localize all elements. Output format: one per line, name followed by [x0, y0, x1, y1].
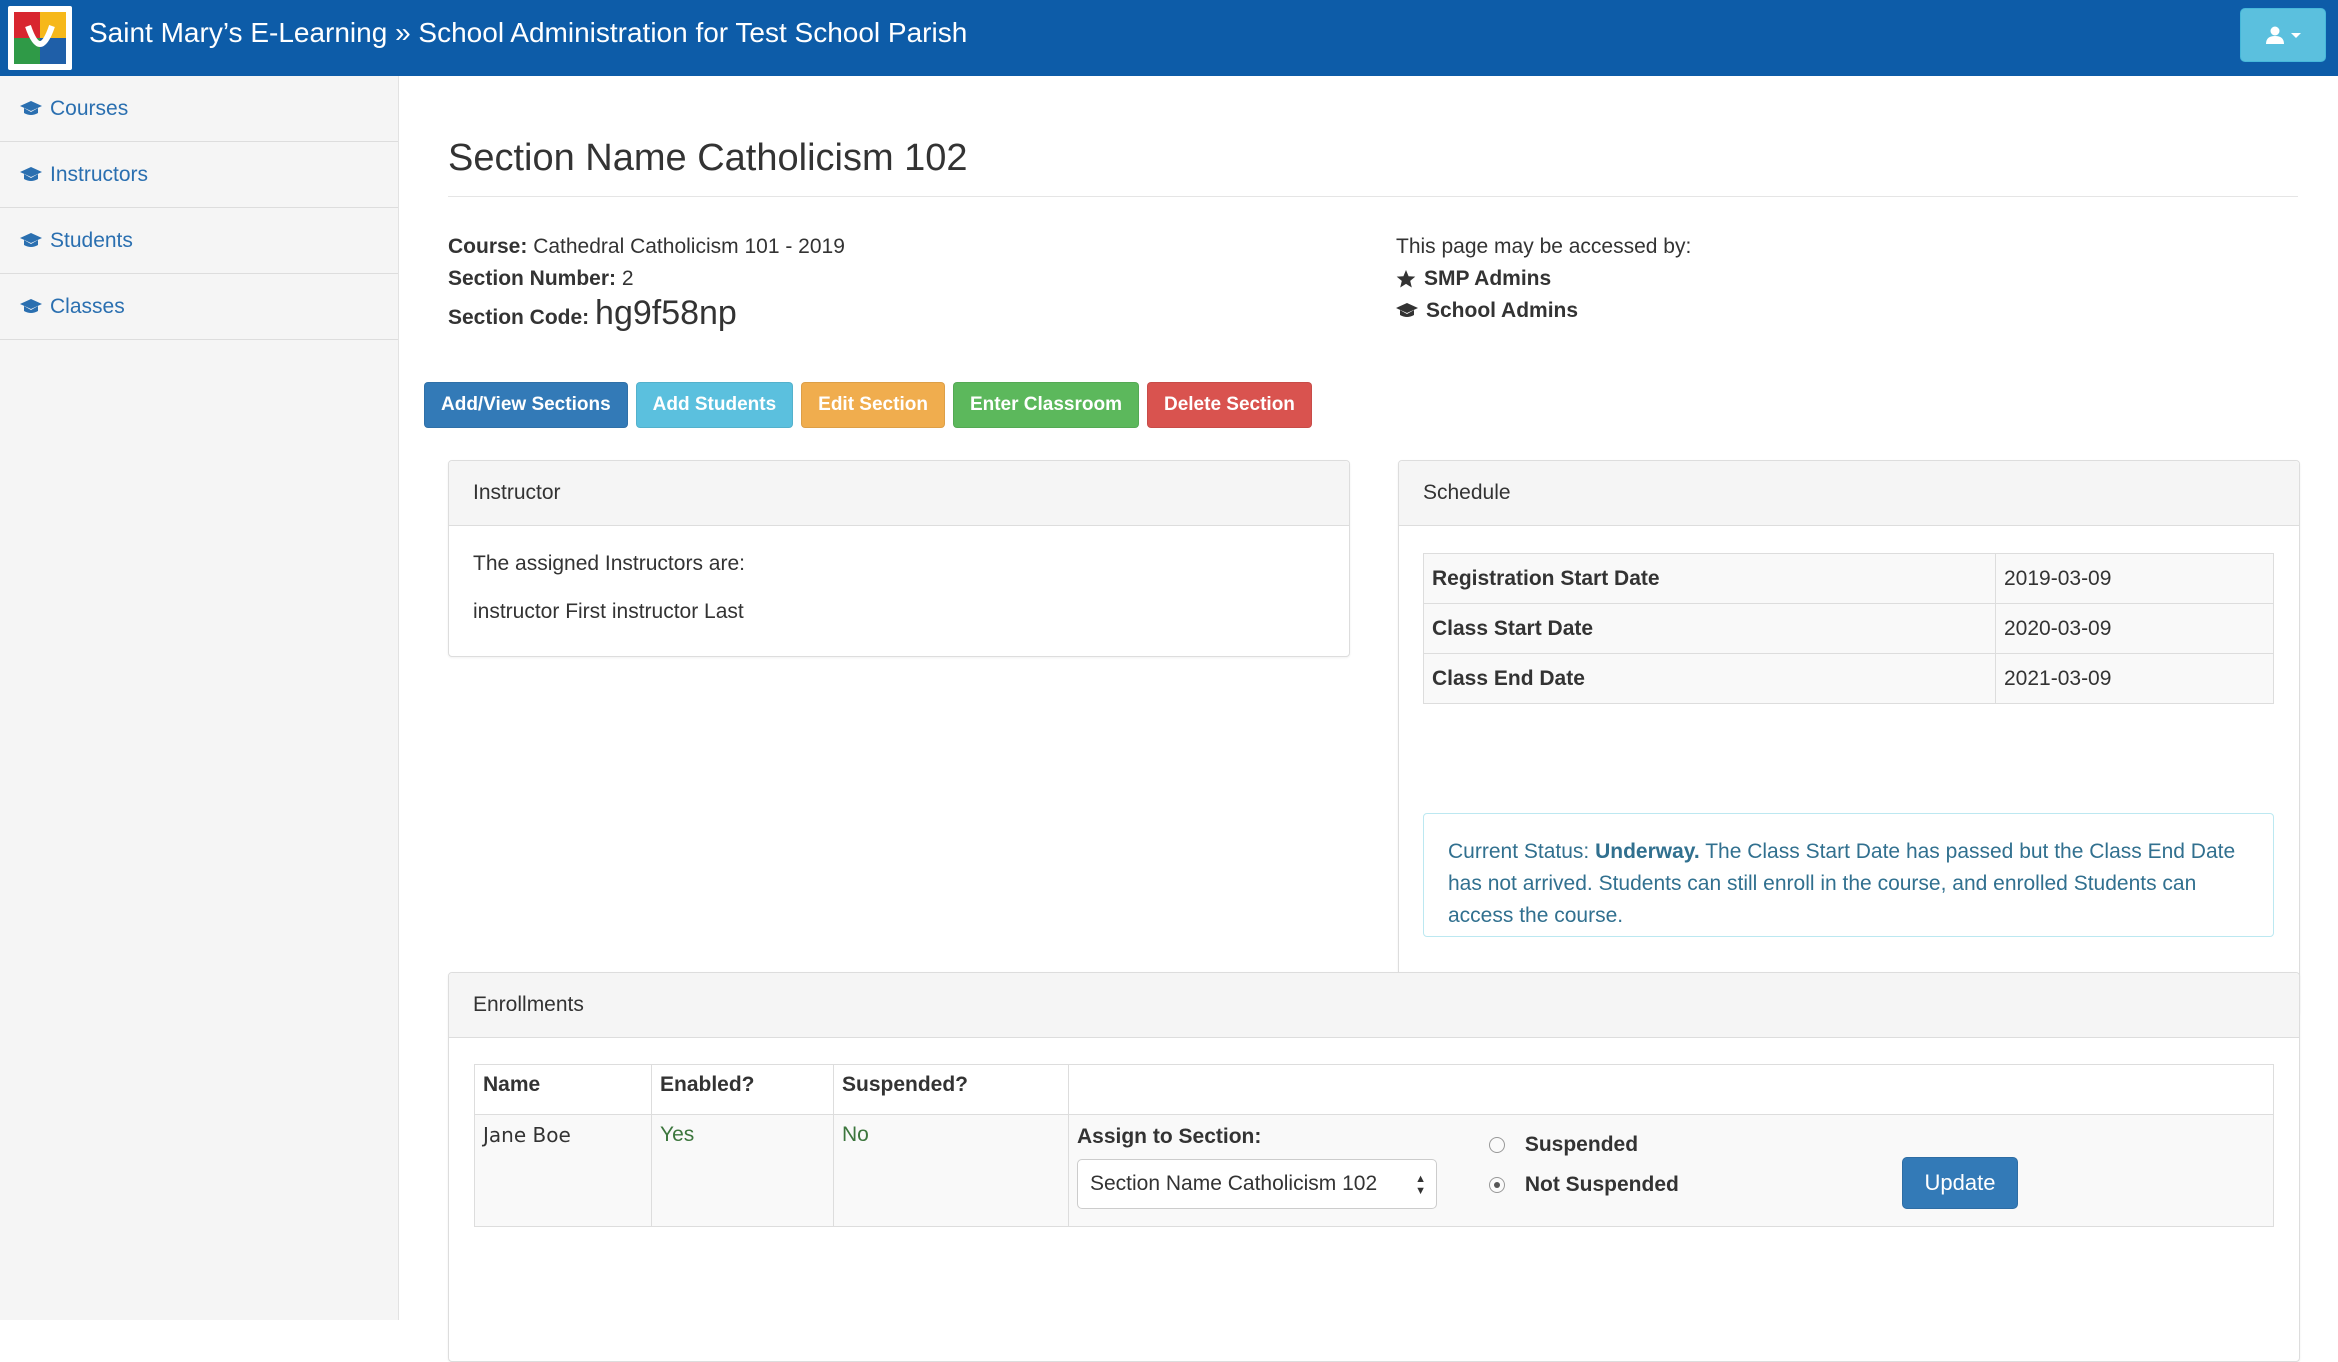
instructor-name: instructor First instructor Last — [473, 600, 744, 623]
graduation-cap-icon — [1396, 303, 1418, 317]
schedule-label: Registration Start Date — [1423, 553, 1996, 604]
not-suspended-radio[interactable] — [1489, 1177, 1505, 1194]
enter-classroom-button[interactable]: Enter Classroom — [952, 382, 1139, 428]
add-view-sections-button[interactable]: Add/View Sections — [424, 382, 628, 428]
sidebar: Courses Instructors Students Classes — [0, 76, 399, 1320]
user-menu-button[interactable] — [2240, 8, 2326, 62]
schedule-label: Class Start Date — [1423, 603, 1996, 654]
graduation-cap-icon — [20, 166, 42, 181]
section-meta: Course: Cathedral Catholicism 101 - 2019… — [448, 231, 845, 334]
suspended-radio[interactable] — [1489, 1137, 1505, 1154]
sidebar-item-courses[interactable]: Courses — [0, 76, 398, 142]
top-navbar: Saint Mary’s E-Learning » School Adminis… — [0, 0, 2338, 76]
table-row: Class End Date 2021-03-09 — [1423, 653, 2274, 704]
sidebar-item-label: Classes — [50, 294, 125, 318]
section-number-label: Section Number: — [448, 267, 617, 290]
section-code-label: Section Code: — [448, 306, 590, 329]
access-info: This page may be accessed by: SMP Admins… — [1396, 231, 1691, 327]
instructor-panel: Instructor The assigned Instructors are:… — [448, 460, 1350, 657]
add-students-button[interactable]: Add Students — [635, 382, 794, 428]
enrollments-panel-heading: Enrollments — [449, 973, 2299, 1038]
page-title: Section Name Catholicism 102 — [448, 136, 2298, 197]
column-header-actions — [1068, 1064, 2274, 1115]
access-role-school-admins: School Admins — [1396, 295, 1691, 327]
sidebar-item-label: Instructors — [50, 162, 149, 186]
section-number-value: 2 — [621, 267, 634, 290]
assign-section-select[interactable]: Section Name Catholicism 102 ▲ ▼ — [1077, 1159, 1437, 1209]
sidebar-item-classes[interactable]: Classes — [0, 274, 398, 340]
logo-icon — [14, 12, 66, 64]
suspended-radio-option[interactable]: Suspended — [1489, 1125, 1679, 1165]
table-header-row: Name Enabled? Suspended? — [474, 1064, 2274, 1115]
sidebar-item-instructors[interactable]: Instructors — [0, 142, 398, 208]
instructor-intro: The assigned Instructors are: — [473, 552, 745, 575]
column-header-suspended: Suspended? — [833, 1064, 1069, 1115]
assign-section-value: Section Name Catholicism 102 — [1090, 1172, 1378, 1195]
schedule-panel: Schedule Registration Start Date 2019-03… — [1398, 460, 2300, 1016]
status-value: Underway. — [1595, 840, 1700, 863]
delete-section-button[interactable]: Delete Section — [1146, 382, 1312, 428]
access-role-smp-admins: SMP Admins — [1396, 263, 1691, 295]
column-header-name: Name — [474, 1064, 652, 1115]
table-row: Registration Start Date 2019-03-09 — [1423, 553, 2274, 604]
course-label: Course: — [448, 235, 528, 258]
schedule-panel-heading: Schedule — [1399, 461, 2299, 526]
caret-down-icon — [2291, 33, 2301, 38]
user-icon — [2266, 26, 2284, 44]
sidebar-item-students[interactable]: Students — [0, 208, 398, 274]
enrollment-suspended: No — [833, 1114, 1069, 1227]
sidebar-item-label: Courses — [50, 96, 129, 120]
select-arrows-icon: ▲ ▼ — [1415, 1173, 1426, 1197]
graduation-cap-icon — [20, 100, 42, 115]
schedule-value: 2021-03-09 — [1995, 653, 2274, 704]
section-code-value: hg9f58np — [595, 294, 737, 332]
enrollment-enabled: Yes — [651, 1114, 834, 1227]
brand-logo[interactable] — [8, 6, 72, 70]
table-row: Class Start Date 2020-03-09 — [1423, 603, 2274, 654]
brand-title[interactable]: Saint Mary’s E-Learning » School Adminis… — [89, 15, 967, 51]
enrollment-actions-cell: Assign to Section: Section Name Catholic… — [1068, 1114, 2274, 1227]
schedule-label: Class End Date — [1423, 653, 1996, 704]
enrollment-name: Jane Boe — [474, 1114, 652, 1227]
not-suspended-radio-option[interactable]: Not Suspended — [1489, 1165, 1679, 1205]
schedule-value: 2019-03-09 — [1995, 553, 2274, 604]
graduation-cap-icon — [20, 298, 42, 313]
status-alert: Current Status: Underway. The Class Star… — [1423, 813, 2274, 937]
instructor-panel-heading: Instructor — [449, 461, 1349, 526]
graduation-cap-icon — [20, 232, 42, 247]
schedule-value: 2020-03-09 — [1995, 603, 2274, 654]
access-intro: This page may be accessed by: — [1396, 235, 1692, 258]
status-prefix: Current Status: — [1448, 840, 1590, 863]
edit-section-button[interactable]: Edit Section — [801, 382, 945, 428]
section-actions: Add/View Sections Add Students Edit Sect… — [424, 382, 1312, 428]
course-value: Cathedral Catholicism 101 - 2019 — [533, 235, 845, 258]
update-button[interactable]: Update — [1902, 1157, 2018, 1209]
sidebar-item-label: Students — [50, 228, 133, 252]
star-icon — [1396, 270, 1416, 288]
schedule-table: Registration Start Date 2019-03-09 Class… — [1423, 553, 2274, 704]
column-header-enabled: Enabled? — [651, 1064, 834, 1115]
